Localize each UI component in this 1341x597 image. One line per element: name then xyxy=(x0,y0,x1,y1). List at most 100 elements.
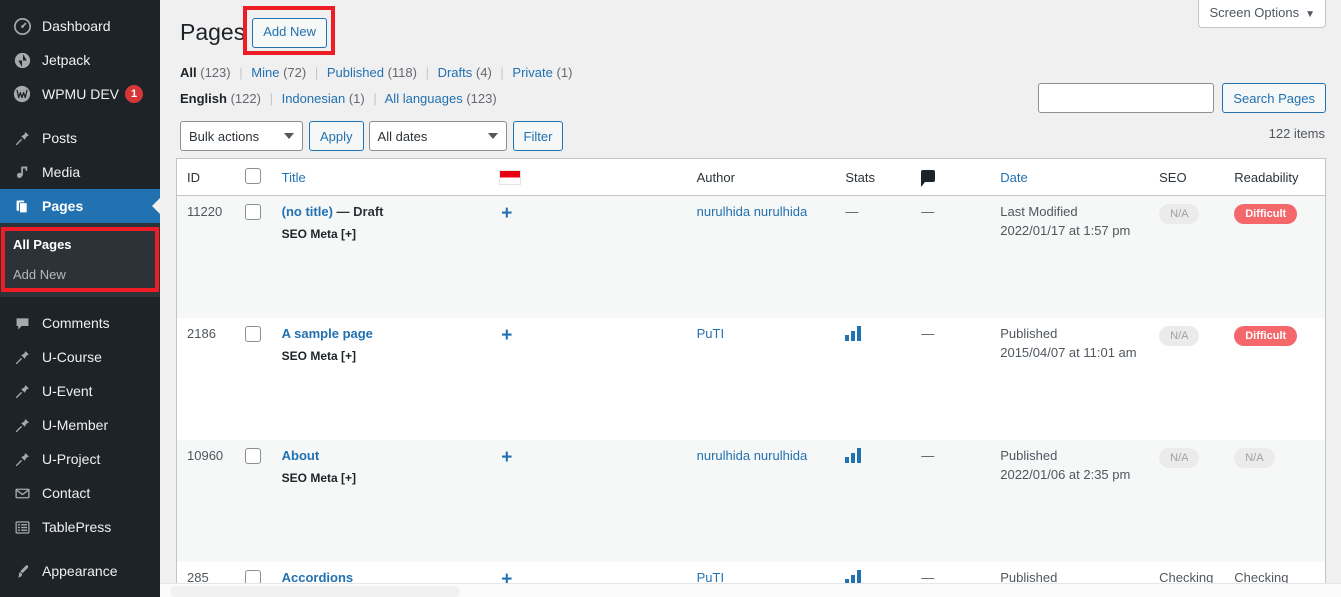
separator: | xyxy=(239,65,243,80)
column-header-readability: Readability xyxy=(1224,158,1326,196)
sidebar-item-label: Contact xyxy=(42,485,91,502)
cell-checkbox xyxy=(235,195,272,318)
sidebar-separator-3 xyxy=(0,544,160,554)
search-input[interactable] xyxy=(1038,83,1215,113)
row-checkbox[interactable] xyxy=(245,325,262,342)
seo-score-badge: N/A xyxy=(1159,204,1200,225)
sidebar-item-appearance[interactable]: Appearance xyxy=(0,554,160,588)
sidebar-item-label: Appearance xyxy=(42,563,118,580)
status-link-mine[interactable]: Mine xyxy=(251,65,279,80)
add-translation-icon[interactable]: + xyxy=(501,326,512,345)
language-count-english: (122) xyxy=(230,91,261,106)
sidebar-item-label: U-Member xyxy=(42,417,109,434)
status-link-drafts[interactable]: Drafts xyxy=(438,65,473,80)
date-filter-select[interactable]: All dates xyxy=(368,121,507,151)
row-title: A sample page xyxy=(282,326,480,341)
cell-translate: + xyxy=(489,195,687,318)
author-link[interactable]: PuTI xyxy=(697,326,724,341)
row-title: About xyxy=(282,448,480,463)
admin-screen: Dashboard Jetpack WPMU DEV 1 Posts Media… xyxy=(0,0,1341,597)
page-title-link[interactable]: (no title) xyxy=(282,204,333,219)
language-count-all: (123) xyxy=(466,91,497,106)
pin-icon xyxy=(12,381,32,401)
cell-author: nurulhida nurulhida xyxy=(686,195,836,318)
row-checkbox[interactable] xyxy=(245,204,262,220)
sidebar-item-tablepress[interactable]: TablePress xyxy=(0,510,160,544)
separator: | xyxy=(425,65,429,80)
page-title-link[interactable]: A sample page xyxy=(282,326,373,341)
sidebar-item-jetpack[interactable]: Jetpack xyxy=(0,43,160,77)
status-link-all[interactable]: All xyxy=(180,65,197,80)
sidebar-item-posts[interactable]: Posts xyxy=(0,121,160,155)
add-translation-icon[interactable]: + xyxy=(501,448,512,467)
horizontal-scrollbar-thumb[interactable] xyxy=(170,586,460,597)
bar-chart-icon[interactable] xyxy=(845,325,862,344)
status-link-published[interactable]: Published xyxy=(327,65,384,80)
bulk-actions-select[interactable]: Bulk actions xyxy=(180,121,303,151)
page-title-link[interactable]: About xyxy=(282,448,320,463)
horizontal-scrollbar-track[interactable] xyxy=(160,583,1341,597)
sidebar-item-partial[interactable] xyxy=(0,588,160,597)
language-link-english[interactable]: English xyxy=(180,91,227,106)
seo-meta-toggle[interactable]: SEO Meta [+] xyxy=(282,471,480,485)
filter-button[interactable]: Filter xyxy=(512,121,564,151)
sidebar-item-media[interactable]: Media xyxy=(0,155,160,189)
table-header: ID Title Author Stats Date SEO Readabili… xyxy=(176,158,1326,196)
sidebar-item-u-course[interactable]: U-Course xyxy=(0,340,160,374)
column-header-date[interactable]: Date xyxy=(990,158,1150,196)
sidebar-item-label: Add New xyxy=(13,266,66,282)
cell-stats xyxy=(835,439,912,562)
sidebar-item-add-new[interactable]: Add New xyxy=(0,260,160,290)
cell-id: 10960 xyxy=(176,439,236,562)
column-header-seo: SEO xyxy=(1149,158,1225,196)
sidebar-item-label: Posts xyxy=(42,130,78,146)
sidebar-item-u-member[interactable]: U-Member xyxy=(0,408,160,442)
sidebar-item-u-project[interactable]: U-Project xyxy=(0,442,160,476)
select-all-checkbox[interactable] xyxy=(245,167,262,184)
sidebar-item-pages[interactable]: Pages xyxy=(0,189,160,223)
status-count-published: (118) xyxy=(387,65,417,80)
column-header-title[interactable]: Title xyxy=(271,158,490,196)
separator: | xyxy=(269,91,273,106)
date-value: 2022/01/17 at 1:57 pm xyxy=(1000,223,1131,238)
row-checkbox[interactable] xyxy=(245,447,262,464)
pin-icon xyxy=(12,128,32,148)
language-link-all[interactable]: All languages xyxy=(385,91,463,106)
seo-meta-toggle[interactable]: SEO Meta [+] xyxy=(282,349,480,363)
readability-score-badge: Difficult xyxy=(1234,325,1298,346)
author-link[interactable]: nurulhida nurulhida xyxy=(697,448,808,463)
status-link-private[interactable]: Private xyxy=(512,65,552,80)
column-header-author: Author xyxy=(686,158,836,196)
sidebar-item-label: Media xyxy=(42,164,81,180)
comments-empty: — xyxy=(921,447,935,463)
sidebar-item-u-event[interactable]: U-Event xyxy=(0,374,160,408)
sidebar-item-all-pages[interactable]: All Pages xyxy=(0,230,160,260)
screen-options-button[interactable]: Screen Options ▼ xyxy=(1198,0,1326,28)
bar-chart-icon[interactable] xyxy=(845,447,862,466)
apply-button[interactable]: Apply xyxy=(309,121,364,151)
sidebar-item-label: Comments xyxy=(42,315,110,332)
media-icon xyxy=(12,162,32,182)
post-state: — Draft xyxy=(336,204,384,219)
table-body: 11220 (no title) — Draft SEO Meta [+] + xyxy=(176,195,1326,597)
dashboard-icon xyxy=(12,16,32,36)
envelope-icon xyxy=(12,483,32,503)
pin-icon xyxy=(12,347,32,367)
cell-comments: — xyxy=(911,317,991,440)
comment-icon xyxy=(12,313,32,333)
sidebar-item-label: U-Event xyxy=(42,383,93,400)
sidebar-item-contact[interactable]: Contact xyxy=(0,476,160,510)
search-pages-button[interactable]: Search Pages xyxy=(1222,83,1326,113)
cell-checkbox xyxy=(235,317,272,440)
chevron-down-icon xyxy=(284,133,294,139)
sidebar-item-comments[interactable]: Comments xyxy=(0,306,160,340)
add-translation-icon[interactable]: + xyxy=(501,204,512,223)
seo-meta-toggle[interactable]: SEO Meta [+] xyxy=(282,227,480,241)
sidebar-item-dashboard[interactable]: Dashboard xyxy=(0,9,160,43)
add-new-button[interactable]: Add New xyxy=(252,18,327,48)
author-link[interactable]: nurulhida nurulhida xyxy=(697,204,808,219)
wpmudev-icon xyxy=(12,84,32,104)
language-link-indonesian[interactable]: Indonesian xyxy=(282,91,346,106)
sidebar-item-wpmu-dev[interactable]: WPMU DEV 1 xyxy=(0,77,160,111)
sidebar-item-label: All Pages xyxy=(13,237,72,252)
